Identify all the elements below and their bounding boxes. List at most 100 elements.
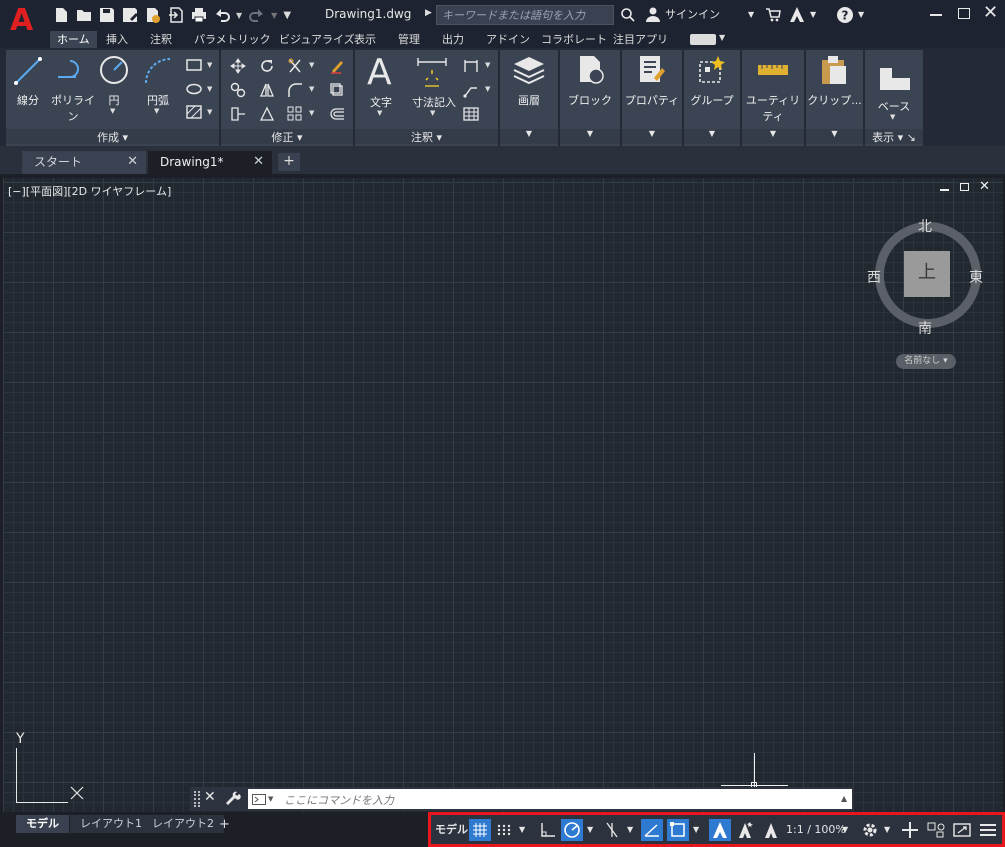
- close-icon[interactable]: ✕: [253, 151, 264, 173]
- tab-layout2[interactable]: レイアウト2: [142, 815, 224, 833]
- table-icon[interactable]: [463, 106, 479, 122]
- open-icon[interactable]: [75, 6, 93, 24]
- drawing-canvas[interactable]: [−][平面図][2D ワイヤフレーム] ✕ 上 北 南 東 西 名前なし ▾ …: [3, 178, 1003, 812]
- properties-panel-expand-icon[interactable]: ▼: [622, 129, 682, 144]
- signin-link[interactable]: サインイン: [665, 6, 720, 22]
- array-icon[interactable]: [287, 106, 303, 122]
- linear-dimension-icon[interactable]: [463, 58, 479, 74]
- minimize-button[interactable]: [930, 14, 942, 16]
- workspace-gear-icon[interactable]: [859, 819, 881, 841]
- layers-button[interactable]: 画層: [500, 92, 558, 108]
- circle-dropdown-icon[interactable]: ▼: [110, 107, 115, 115]
- arc-button[interactable]: 円弧: [138, 92, 178, 108]
- title-arrow-icon[interactable]: ▶: [425, 8, 432, 18]
- isometric-drafting-icon[interactable]: [601, 819, 623, 841]
- ellipse-dropdown-icon[interactable]: ▼: [207, 85, 212, 93]
- tab-view[interactable]: 表示: [347, 31, 383, 48]
- trim-icon[interactable]: [287, 58, 303, 74]
- trim-dropdown-icon[interactable]: ▼: [309, 61, 314, 69]
- tab-layout1[interactable]: レイアウト1: [70, 815, 152, 833]
- undo-icon[interactable]: [213, 6, 231, 24]
- tab-drawing1[interactable]: Drawing1* ✕: [148, 151, 272, 174]
- clipboard-button[interactable]: クリップ...: [806, 92, 863, 108]
- tab-output[interactable]: 出力: [435, 31, 471, 48]
- autodesk-app-icon[interactable]: [788, 6, 806, 24]
- maximize-button[interactable]: [958, 8, 970, 19]
- annotation-scale-selector[interactable]: 1:1 / 100%: [786, 819, 846, 841]
- polar-tracking-icon[interactable]: [561, 819, 583, 841]
- rectangle-icon[interactable]: [186, 58, 202, 72]
- layers-panel-expand-icon[interactable]: ▼: [500, 129, 558, 144]
- redo-icon[interactable]: [248, 6, 266, 24]
- snap-mode-icon[interactable]: [495, 819, 513, 841]
- tab-insert[interactable]: 挿入: [99, 31, 135, 48]
- signin-dropdown-icon[interactable]: ▼: [748, 10, 754, 19]
- command-prompt-icon[interactable]: [252, 794, 266, 805]
- fillet-icon[interactable]: [287, 82, 303, 98]
- layers-icon[interactable]: [512, 54, 546, 86]
- save-as-icon[interactable]: [121, 6, 139, 24]
- properties-button[interactable]: プロパティ: [622, 92, 682, 108]
- new-icon[interactable]: [52, 6, 70, 24]
- isolate-objects-icon[interactable]: [925, 819, 947, 841]
- rectangle-dropdown-icon[interactable]: ▼: [207, 61, 212, 69]
- dimension-dropdown-icon[interactable]: ▼: [430, 109, 435, 117]
- tab-parametric[interactable]: パラメトリック: [187, 31, 278, 48]
- clipboard-panel-expand-icon[interactable]: ▼: [806, 129, 863, 144]
- tab-model[interactable]: モデル: [16, 815, 69, 833]
- text-icon[interactable]: A: [367, 52, 392, 93]
- scale-dropdown-icon[interactable]: ▼: [842, 819, 848, 841]
- annotation-visibility-icon[interactable]: [709, 819, 731, 841]
- ribbon-minimize-button[interactable]: [690, 34, 716, 45]
- object-snap-dropdown-icon[interactable]: ▼: [693, 819, 699, 841]
- import-icon[interactable]: [167, 6, 185, 24]
- workspace-dropdown-icon[interactable]: ▼: [884, 819, 890, 841]
- polyline-button[interactable]: ポリライン: [46, 92, 100, 124]
- circle-icon[interactable]: [98, 54, 130, 86]
- ucs-menu-button[interactable]: 名前なし ▾: [896, 354, 956, 369]
- ortho-mode-icon[interactable]: [537, 819, 559, 841]
- utilities-panel-expand-icon[interactable]: ▼: [742, 129, 804, 144]
- explode-icon[interactable]: [329, 82, 345, 98]
- draw-panel-title[interactable]: 作成 ▾: [6, 129, 219, 144]
- new-tab-button[interactable]: +: [278, 153, 300, 171]
- properties-icon[interactable]: [636, 54, 668, 86]
- viewport-close-button[interactable]: ✕: [979, 179, 990, 194]
- scale-icon[interactable]: [259, 106, 275, 122]
- save-icon[interactable]: [98, 6, 116, 24]
- annotation-scale-icon[interactable]: [761, 819, 781, 841]
- close-button[interactable]: ✕: [983, 2, 998, 23]
- modify-panel-title[interactable]: 修正 ▾: [221, 129, 353, 144]
- leader-dropdown-icon[interactable]: ▼: [485, 85, 490, 93]
- viewport-restore-button[interactable]: [960, 183, 969, 191]
- offset-icon[interactable]: [329, 106, 345, 122]
- group-icon[interactable]: [696, 54, 728, 86]
- utilities-button[interactable]: ユーティリティ: [742, 92, 804, 124]
- help-icon[interactable]: ?: [836, 6, 854, 24]
- block-button[interactable]: ブロック: [560, 92, 620, 108]
- ribbon-options-icon[interactable]: ▼: [719, 33, 725, 42]
- command-input[interactable]: ここにコマンドを入力: [248, 789, 852, 809]
- mirror-icon[interactable]: [259, 82, 275, 98]
- dimension-button[interactable]: 寸法記入: [407, 94, 461, 110]
- viewport-minimize-button[interactable]: [940, 189, 949, 191]
- app-dropdown-icon[interactable]: ▼: [810, 10, 816, 19]
- compass-west[interactable]: 西: [867, 267, 881, 287]
- isometric-dropdown-icon[interactable]: ▼: [627, 819, 633, 841]
- command-line-grip-icon[interactable]: [194, 791, 200, 807]
- customization-menu-icon[interactable]: [977, 819, 999, 841]
- group-button[interactable]: グループ: [684, 92, 740, 108]
- base-view-icon[interactable]: [878, 64, 912, 92]
- clean-screen-icon[interactable]: [951, 819, 973, 841]
- recent-commands-dropdown-icon[interactable]: ▼: [268, 795, 273, 803]
- compass-south[interactable]: 南: [918, 318, 932, 338]
- circle-button[interactable]: 円: [102, 92, 126, 108]
- leader-icon[interactable]: [463, 82, 479, 98]
- command-history-icon[interactable]: ▲: [841, 794, 847, 803]
- linear-dimension-dropdown-icon[interactable]: ▼: [485, 61, 490, 69]
- tab-addins[interactable]: アドイン: [479, 31, 537, 48]
- viewcube-top-face[interactable]: 上: [904, 251, 950, 297]
- object-snap-tracking-icon[interactable]: [641, 819, 663, 841]
- copy-icon[interactable]: [230, 82, 246, 98]
- text-button[interactable]: 文字: [363, 94, 399, 110]
